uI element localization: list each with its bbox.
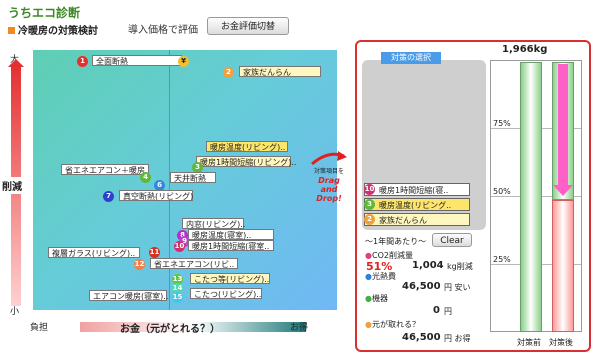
tick-50: 50%: [493, 187, 511, 196]
per-year-label: ～1年間あたり～: [365, 237, 427, 246]
selected-item-2[interactable]: 家族だんらん: [364, 213, 470, 226]
x-axis-label: お金（元がとれる？）: [120, 324, 220, 335]
item-label-2[interactable]: 家族だんらん: [239, 66, 321, 77]
item-label-1[interactable]: 全面断熱: [92, 55, 182, 66]
cost-label: ●光熱費: [365, 272, 396, 281]
selected-item-marker-10: 10: [364, 184, 375, 195]
drag-drop-hint: 対策項目を Drag and Drop!: [313, 168, 344, 203]
co2-unit: kg削減: [447, 262, 473, 271]
cost-unit: 円 安い: [444, 283, 471, 292]
bar-before-label: 対策前: [517, 338, 541, 347]
item-marker-7[interactable]: 7: [103, 191, 114, 202]
item-label-3[interactable]: 暖房温度(リビング)..: [206, 141, 288, 152]
item-label-eco-aircon-heating[interactable]: 省エネエアコン＋暖房: [61, 164, 149, 175]
selected-item-10[interactable]: 暖房1時間短縮(寝..: [364, 183, 470, 196]
item-marker-4[interactable]: 4: [140, 172, 151, 183]
selected-item-marker-2: 2: [364, 214, 375, 225]
selected-item-3[interactable]: 暖房温度(リビング..: [364, 198, 470, 211]
item-marker-15[interactable]: 15: [172, 292, 183, 303]
co2-value: 1,004: [412, 260, 444, 271]
item-marker-11[interactable]: 11: [149, 247, 160, 258]
bar-before: [520, 62, 542, 332]
item-label-8[interactable]: 内窓(リビング)..: [182, 218, 245, 229]
section-title: 冷暖房の対策検討: [8, 22, 98, 37]
price-evaluation-label: 導入価格で評価: [128, 25, 198, 36]
bar-after: [552, 200, 574, 332]
x-axis-right-label: お得: [290, 323, 309, 333]
equipment-unit: 円: [444, 307, 452, 316]
tick-75: 75%: [493, 119, 511, 128]
selection-title: 対策の選択: [381, 52, 441, 64]
item-label-11[interactable]: 複層ガラス(リビング)..: [48, 247, 140, 258]
item-label-7[interactable]: 真空断熱(リビング): [119, 190, 193, 201]
item-marker-12[interactable]: 12: [134, 259, 145, 270]
item-marker-2[interactable]: 2: [223, 67, 234, 78]
payback-value: 46,500: [402, 332, 441, 343]
co2-bullet-icon: ●: [365, 251, 372, 260]
payback-bullet-icon: ●: [365, 320, 372, 329]
bar-after-label: 対策後: [549, 338, 573, 347]
item-label-4[interactable]: 暖房1時間短縮(リビング)..: [196, 156, 296, 167]
x-axis-left-label: 負担: [30, 323, 49, 333]
item-label-5[interactable]: 天井断熱: [170, 172, 216, 183]
app-title: うちエコ診断: [8, 6, 81, 20]
item-marker-1[interactable]: 1: [77, 56, 88, 67]
equipment-label: ●機器: [365, 294, 388, 303]
item-label-15[interactable]: こたつ(リビング)..: [190, 288, 262, 299]
item-label-13[interactable]: こたつ等(リビング)..: [190, 273, 270, 284]
cost-bullet-icon: ●: [365, 272, 372, 281]
drag-arrow-icon: [311, 151, 347, 166]
tick-25: 25%: [493, 255, 511, 264]
co2-total: 1,966kg: [502, 44, 548, 55]
y-axis-label: 削減: [2, 177, 22, 194]
equipment-bullet-icon: ●: [365, 294, 372, 303]
payback-label: ●元が取れる？: [365, 320, 420, 329]
item-label-9[interactable]: 暖房温度(寝室)..: [188, 229, 274, 240]
item-label-12[interactable]: 省エネエアコン(リビ..: [150, 258, 238, 269]
item-marker-10[interactable]: 10: [174, 241, 185, 252]
selected-item-marker-3: 3: [364, 199, 375, 210]
y-axis-bottom-label: 小: [10, 307, 20, 317]
cost-value: 46,500: [402, 281, 441, 292]
clear-button[interactable]: Clear: [432, 233, 472, 247]
bullet-icon: [8, 27, 15, 34]
reduction-arrow-icon: [553, 64, 573, 196]
payback-unit: 円 お得: [444, 334, 471, 343]
yen-icon: ¥: [178, 56, 189, 67]
money-evaluation-switch-button[interactable]: お金評価切替: [207, 17, 289, 35]
item-label-10[interactable]: 暖房1時間短縮(寝室..: [188, 240, 274, 251]
equipment-value: 0: [433, 305, 440, 316]
item-label-14[interactable]: エアコン暖房(寝室)..: [89, 290, 168, 301]
